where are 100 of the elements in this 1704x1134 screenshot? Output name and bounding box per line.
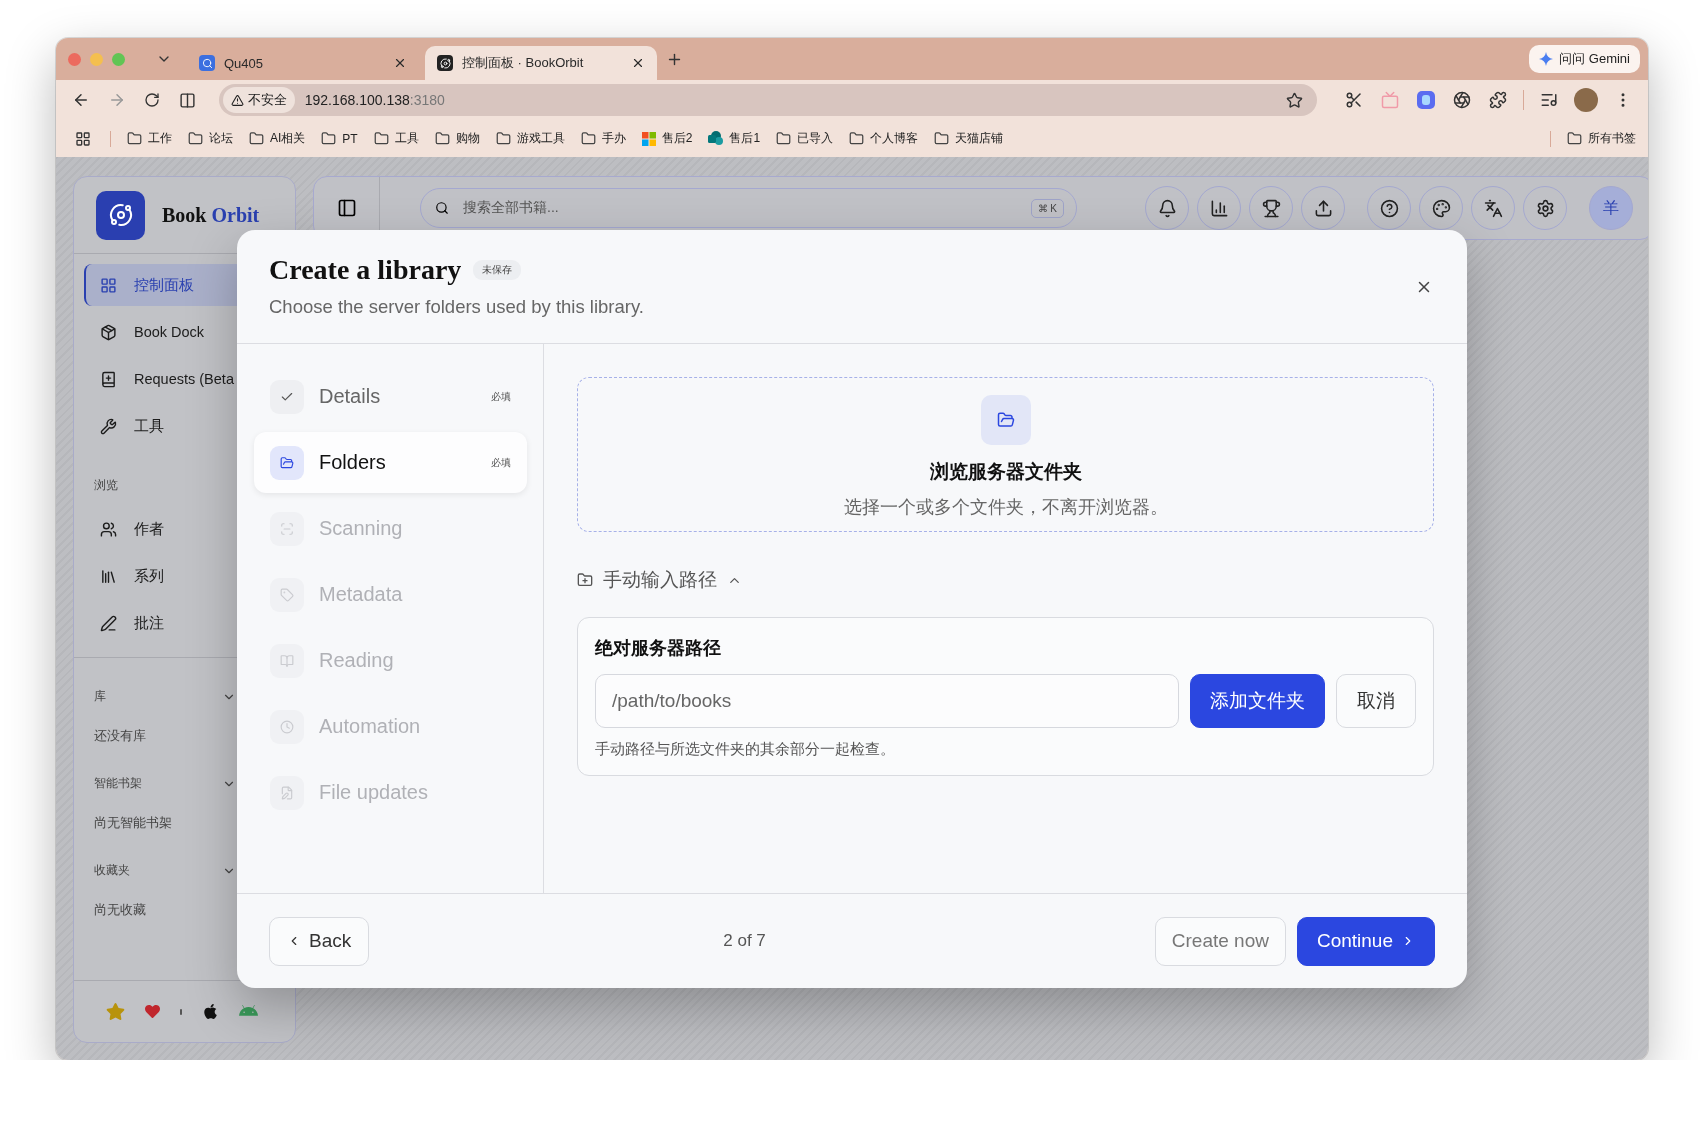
star-icon[interactable]: [106, 1002, 125, 1021]
required-tag: 必填: [491, 455, 511, 470]
browser-tab[interactable]: Qu405: [187, 46, 419, 80]
sharepoint-icon: [708, 131, 724, 146]
status-badge: 未保存: [473, 260, 522, 280]
bell-icon: [1157, 198, 1177, 218]
all-bookmarks[interactable]: 所有书签: [1567, 130, 1636, 147]
translate-icon: [1483, 198, 1503, 218]
section-label: 库: [94, 688, 106, 705]
back-button[interactable]: Back: [269, 916, 370, 966]
bookmark[interactable]: 个人博客: [849, 130, 919, 147]
close-icon[interactable]: [393, 56, 407, 70]
folder-icon: [776, 131, 792, 146]
sidebar-toggle-icon[interactable]: [336, 198, 357, 218]
folder-icon: [580, 131, 596, 146]
section-label: 智能书架: [94, 775, 142, 792]
close-icon[interactable]: [631, 56, 645, 70]
bookmark[interactable]: 论坛: [188, 130, 233, 147]
step-counter: 2 of 7: [723, 931, 766, 951]
browse-title: 浏览服务器文件夹: [929, 460, 1082, 484]
folder-icon: [849, 131, 865, 146]
folder-icon: [980, 395, 1031, 445]
search-icon: [201, 57, 213, 69]
folder-icon: [495, 131, 511, 146]
pen-icon: [100, 614, 117, 632]
folder-icon: [934, 131, 950, 146]
folder-icon: [434, 131, 450, 146]
upload-icon: [1313, 198, 1333, 218]
step-item[interactable]: Folders 必填: [254, 432, 527, 493]
cancel-button[interactable]: 取消: [1336, 674, 1416, 728]
check-icon: [270, 379, 304, 414]
extension-icon[interactable]: [1415, 89, 1437, 111]
puzzle-icon[interactable]: [1487, 89, 1509, 111]
search-icon: [435, 201, 449, 215]
app-logo: [96, 190, 145, 240]
security-chip[interactable]: 不安全: [222, 87, 295, 113]
heart-icon[interactable]: [145, 1004, 160, 1019]
bookmark[interactable]: 购物: [434, 130, 480, 147]
step-item: Automation: [254, 696, 527, 757]
palette-icon: [1431, 198, 1451, 218]
browser-tab[interactable]: 控制面板 · BookOrbit: [425, 46, 657, 80]
browse-text: 选择一个或多个文件夹，不离开浏览器。: [843, 496, 1168, 519]
bookmark[interactable]: 工具: [373, 130, 419, 147]
manual-path-toggle[interactable]: 手动输入路径: [603, 567, 717, 593]
shortcut-hint: ⌘ K: [1030, 198, 1064, 218]
books-icon: [100, 567, 117, 585]
book-plus-icon: [100, 370, 117, 388]
file-edit-icon: [270, 775, 304, 810]
grid-icon: [100, 276, 117, 294]
section-label: 浏览: [94, 477, 118, 494]
path-input[interactable]: /path/to/books: [595, 674, 1179, 728]
section-label: 收藏夹: [94, 862, 130, 879]
bookmark[interactable]: 售后2: [641, 130, 693, 147]
folder-browse-area[interactable]: 浏览服务器文件夹 选择一个或多个文件夹，不离开浏览器。: [577, 377, 1434, 532]
continue-button[interactable]: Continue: [1296, 916, 1435, 966]
windows-logo-icon: [641, 131, 656, 146]
clock-icon: [270, 709, 304, 744]
bookmark[interactable]: PT: [321, 131, 358, 146]
bookmark[interactable]: 售后1: [708, 130, 761, 147]
folder-icon: [1567, 131, 1582, 146]
folder-icon: [373, 131, 389, 146]
users-icon: [100, 520, 117, 538]
step-item: File updates: [254, 762, 527, 823]
app-name: Book Orbit: [162, 203, 260, 227]
wrench-icon: [100, 417, 117, 435]
bookmark[interactable]: 天猫店铺: [934, 130, 1004, 147]
bookmark[interactable]: 已导入: [776, 130, 834, 147]
settings-icon: [1535, 198, 1555, 218]
required-tag: 必填: [491, 389, 511, 404]
aperture-icon[interactable]: [1451, 89, 1473, 111]
tag-icon: [270, 577, 304, 612]
sparkle-icon: [1539, 52, 1554, 66]
hint-text: 手动路径与所选文件夹的其余部分一起检查。: [595, 740, 896, 759]
bookmark[interactable]: 工作: [127, 130, 172, 147]
empty-text: 尚无智能书架: [94, 814, 172, 832]
field-label: 绝对服务器路径: [595, 637, 722, 660]
scan-icon: [270, 511, 304, 546]
folder-icon: [127, 131, 142, 146]
create-now-button[interactable]: Create now: [1154, 916, 1286, 966]
package-icon: [100, 323, 117, 341]
url-text: 192.168.100.138:3180: [304, 92, 446, 108]
folder-icon: [270, 445, 304, 480]
add-folder-button[interactable]: 添加文件夹: [1190, 674, 1325, 728]
orbit-icon: [439, 57, 451, 69]
folder-icon: [321, 131, 337, 146]
bar-chart-icon: [1209, 198, 1229, 218]
empty-text: 尚无收藏: [94, 901, 146, 919]
bookmark[interactable]: 游戏工具: [495, 130, 565, 147]
bookmark[interactable]: AI相关: [249, 130, 306, 147]
gemini-button[interactable]: 问问 Gemini: [1529, 45, 1640, 73]
folder-icon: [249, 131, 264, 146]
folder-icon: [188, 131, 203, 146]
book-icon: [270, 643, 304, 678]
address-bar[interactable]: 不安全 192.168.100.138:3180: [218, 84, 1317, 116]
warning-icon: [230, 93, 244, 107]
apple-icon[interactable]: [202, 1003, 219, 1020]
folder-plus-icon: [577, 572, 593, 588]
bookmark[interactable]: 手办: [580, 130, 626, 147]
profile-avatar[interactable]: [1574, 88, 1598, 112]
user-avatar[interactable]: 羊: [1589, 186, 1633, 230]
